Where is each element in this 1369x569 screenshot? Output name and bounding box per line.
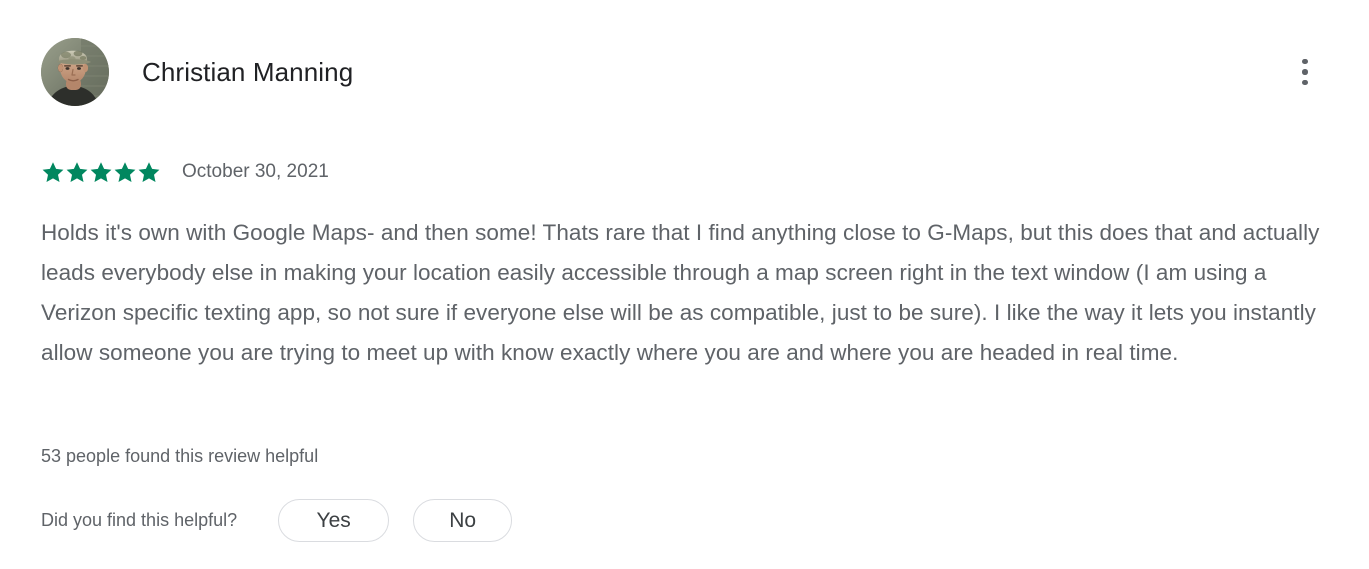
star-icon-1 bbox=[42, 162, 64, 182]
review-header: Christian Manning bbox=[41, 36, 353, 108]
review-date: October 30, 2021 bbox=[182, 161, 329, 182]
helpful-count: 53 people found this review helpful bbox=[41, 446, 319, 466]
star-rating bbox=[41, 160, 161, 184]
feedback-prompt: Did you find this helpful? bbox=[41, 510, 238, 530]
star-icon-5 bbox=[138, 162, 160, 182]
kebab-dot-1 bbox=[1302, 58, 1308, 65]
avatar bbox=[41, 38, 109, 106]
kebab-dot-2 bbox=[1302, 69, 1308, 75]
review-card: Christian Manning October 30, 2021 Holds… bbox=[0, 0, 1369, 569]
more-options-icon[interactable] bbox=[1287, 52, 1323, 92]
review-text: Holds it's own with Google Maps- and the… bbox=[41, 220, 1320, 365]
kebab-dot-3 bbox=[1302, 79, 1308, 86]
helpful-yes-button[interactable]: Yes bbox=[278, 498, 390, 542]
feedback-row: Did you find this helpful? Yes No bbox=[41, 498, 513, 542]
rating-row: October 30, 2021 bbox=[41, 159, 329, 185]
helpful-no-button[interactable]: No bbox=[413, 498, 513, 542]
star-icon-3 bbox=[90, 162, 112, 182]
star-icon-4 bbox=[114, 162, 136, 182]
reviewer-name: Christian Manning bbox=[142, 57, 354, 87]
star-icon-2 bbox=[66, 162, 88, 182]
